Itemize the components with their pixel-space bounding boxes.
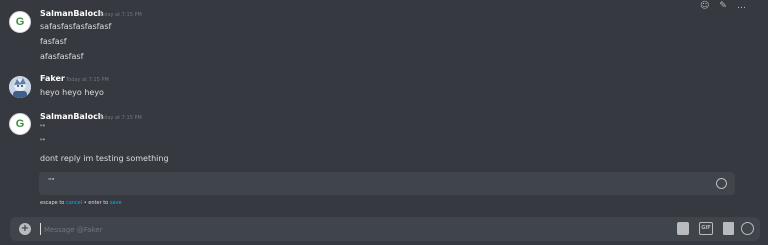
avatar-image <box>9 76 31 98</box>
cancel-link[interactable]: cancel <box>66 200 82 206</box>
message-timestamp: Today at 7:15 PM <box>99 12 142 18</box>
message-input[interactable] <box>42 221 606 239</box>
save-link[interactable]: save <box>110 200 122 206</box>
avatar-letter: G <box>15 118 25 130</box>
avatar-letter: G <box>15 16 25 28</box>
edit-hint-escape: escape to <box>40 200 66 206</box>
message-username[interactable]: Faker <box>40 74 65 83</box>
sticker-icon[interactable] <box>723 222 734 235</box>
edit-icon[interactable]: ✎ <box>719 0 727 12</box>
message-timestamp: Today at 7:15 PM <box>66 77 109 83</box>
message-text: dont reply im testing something <box>40 154 169 163</box>
add-reaction-icon[interactable]: ☺ <box>700 0 709 12</box>
message-timestamp: Today at 7:15 PM <box>99 115 142 121</box>
message-text: safasfasfasfasfasf <box>40 22 112 31</box>
message-composer: + GIF <box>10 217 760 241</box>
message-text: "" <box>40 124 46 131</box>
avatar[interactable] <box>9 76 31 98</box>
gif-button[interactable]: GIF <box>699 222 713 235</box>
edit-hint: escape to cancel • enter to save <box>40 200 122 206</box>
emoji-icon[interactable] <box>741 222 754 235</box>
text-caret <box>40 223 41 235</box>
avatar[interactable]: G <box>9 113 31 135</box>
emoji-icon[interactable] <box>716 178 727 189</box>
add-attachment-button[interactable]: + <box>19 223 31 235</box>
edit-message-input[interactable]: "" <box>39 172 735 195</box>
message-username[interactable]: SalmanBaloch <box>40 112 104 121</box>
avatar[interactable]: G <box>9 11 31 33</box>
message-username[interactable]: SalmanBaloch <box>40 9 104 18</box>
message-actions-toolbar: ☺ ✎ … <box>700 0 764 12</box>
more-icon[interactable]: … <box>737 0 746 12</box>
message-text: "" <box>40 138 46 145</box>
edit-hint-enter: • enter to <box>82 200 110 206</box>
edit-message-value: "" <box>48 177 55 185</box>
message-text: fasfasf <box>40 37 67 46</box>
message-text: heyo heyo heyo <box>40 88 104 97</box>
gift-icon[interactable] <box>677 222 689 235</box>
message-text: afasfasfasf <box>40 52 84 61</box>
